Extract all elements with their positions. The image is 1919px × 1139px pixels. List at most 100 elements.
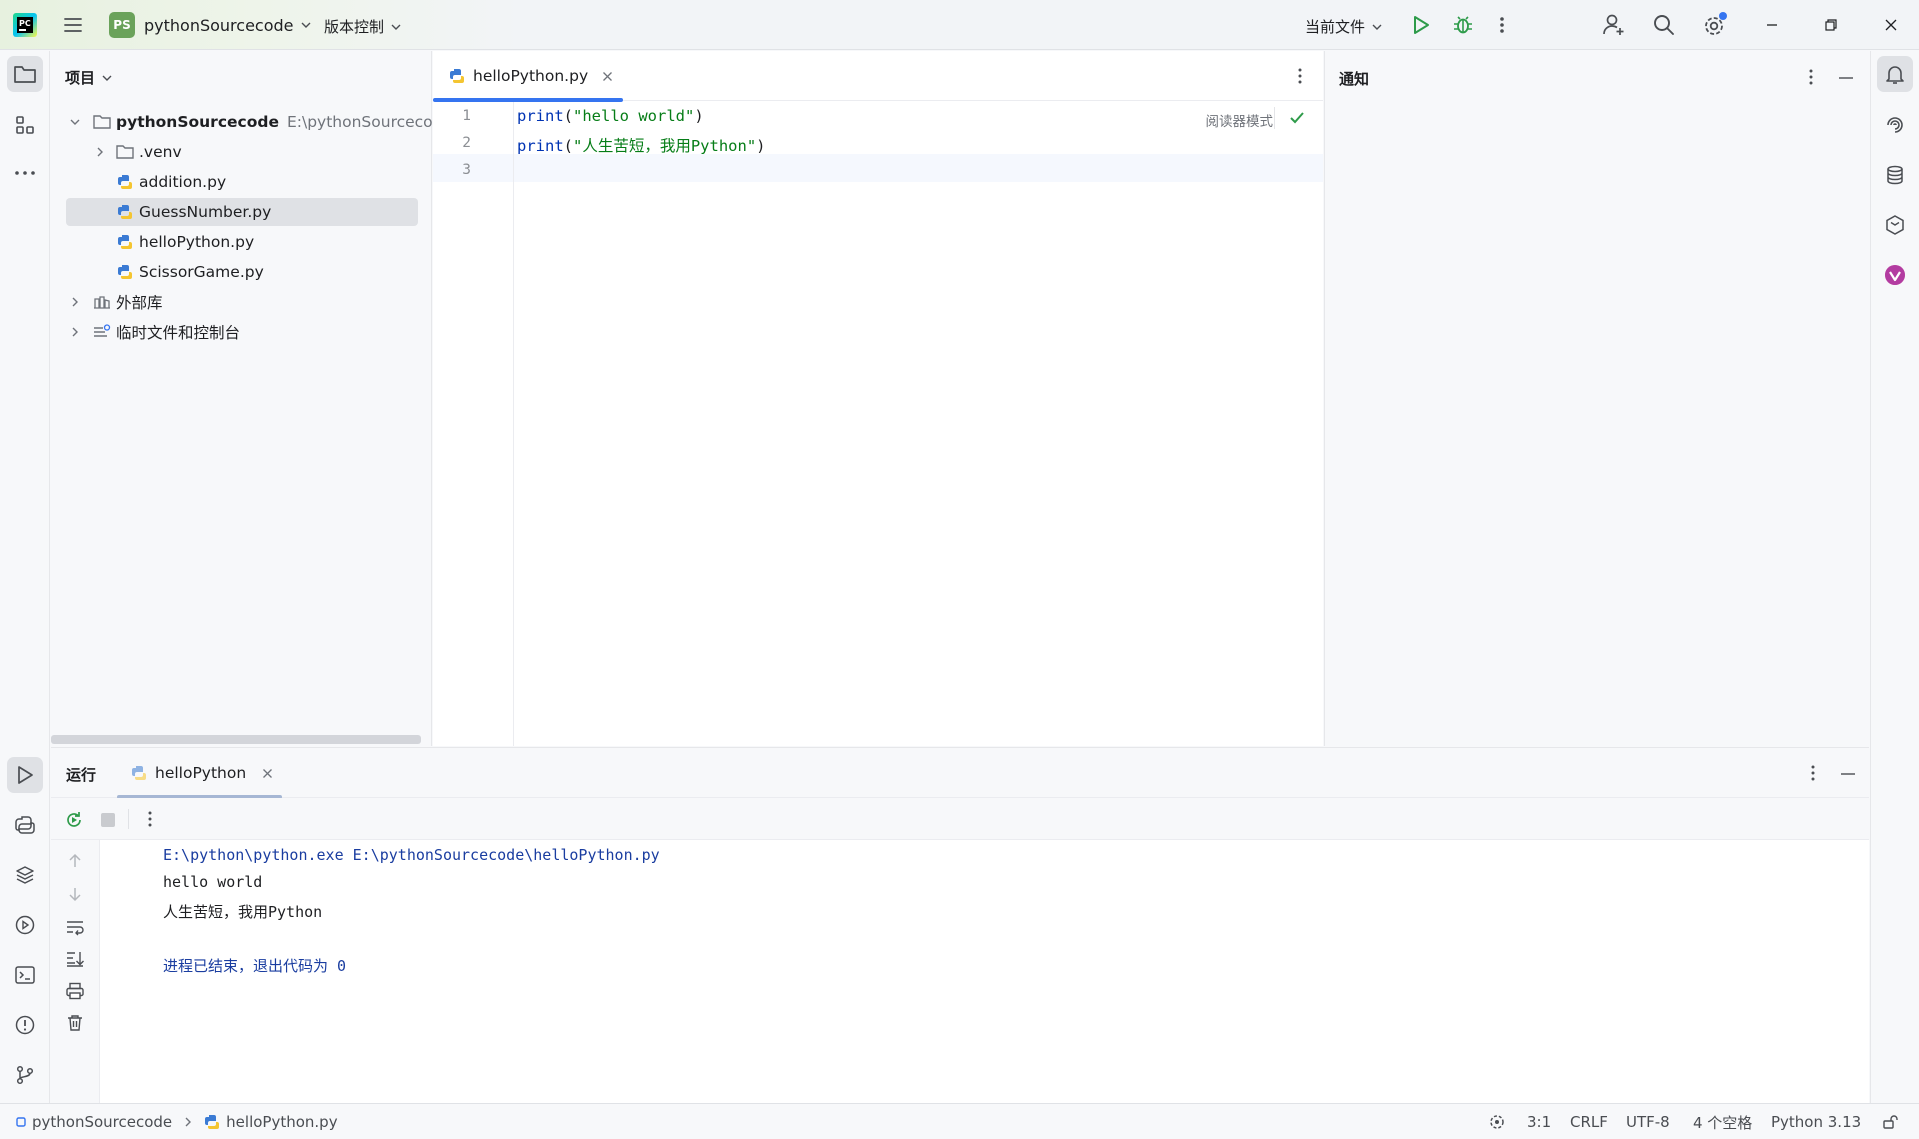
structure-tool-button[interactable]	[7, 107, 43, 143]
code-with-me-button[interactable]	[1602, 12, 1626, 38]
console-line: 进程已结束，退出代码为 0	[163, 957, 347, 975]
code-punct: )	[694, 107, 704, 125]
chevron-right-icon[interactable]	[68, 295, 82, 309]
code-punct: )	[756, 137, 766, 155]
tree-item-label: pythonSourcecode	[116, 113, 279, 131]
run-tab-hellopython[interactable]: helloPython	[117, 748, 282, 799]
python-file-icon	[116, 203, 134, 221]
file-encoding[interactable]: UTF-8	[1626, 1104, 1670, 1139]
line-separator[interactable]: CRLF	[1570, 1104, 1608, 1139]
read-only-toggle[interactable]	[1882, 1104, 1898, 1139]
debug-button[interactable]	[1451, 13, 1475, 37]
tree-item-external-libraries[interactable]: 外部库	[93, 288, 163, 316]
ai-assistant-button[interactable]	[1877, 107, 1913, 143]
rerun-icon[interactable]	[64, 810, 84, 830]
check-icon[interactable]	[1289, 111, 1305, 125]
run-config-label: 当前文件	[1305, 18, 1366, 36]
tree-item-venv[interactable]: .venv	[116, 138, 182, 166]
restore-window-button[interactable]	[1803, 0, 1859, 50]
tab-hellopython[interactable]: helloPython.py	[433, 51, 623, 102]
notifications-title: 通知	[1339, 70, 1370, 88]
scroll-to-end-icon[interactable]	[65, 950, 85, 968]
chevron-down-icon	[102, 75, 112, 81]
tree-item-scissorgame[interactable]: ScissorGame.py	[116, 258, 264, 286]
minimize-panel-icon[interactable]	[1838, 76, 1854, 80]
divider	[1274, 107, 1275, 129]
more-actions-button[interactable]	[1496, 13, 1508, 37]
python-interpreter[interactable]: Python 3.13	[1771, 1104, 1861, 1139]
minimize-panel-icon[interactable]	[1840, 772, 1856, 776]
project-panel: 项目 pythonSourcecode E:\pythonSourcecode …	[51, 51, 452, 746]
library-icon	[93, 293, 111, 311]
module-icon	[16, 1117, 26, 1127]
trash-icon[interactable]	[66, 1014, 84, 1032]
horizontal-scrollbar[interactable]	[51, 735, 421, 744]
code-line[interactable]: print("人生苦短，我用Python")	[517, 134, 766, 156]
settings-button[interactable]	[1701, 11, 1729, 39]
git-button[interactable]	[7, 1057, 43, 1093]
python-packages-button[interactable]	[7, 857, 43, 893]
scratches-icon	[93, 323, 111, 341]
console-line: hello world	[163, 873, 263, 891]
arrow-down-icon[interactable]	[66, 885, 84, 903]
stop-icon[interactable]	[100, 812, 116, 828]
code-line[interactable]: print("hello world")	[517, 107, 704, 125]
tree-item-addition[interactable]: addition.py	[116, 168, 226, 196]
services-button[interactable]	[7, 907, 43, 943]
python-console-icon	[15, 816, 35, 834]
line-number: 2	[462, 135, 471, 151]
close-icon[interactable]	[262, 768, 273, 779]
terminal-button[interactable]	[7, 957, 43, 993]
close-window-button[interactable]	[1863, 0, 1919, 50]
more-vertical-icon[interactable]	[1297, 67, 1303, 85]
arrow-up-icon[interactable]	[66, 852, 84, 870]
code-punct: (	[563, 137, 574, 155]
console-line: E:\python\python.exe E:\pythonSourcecode…	[163, 846, 660, 864]
tree-item-scratches[interactable]: 临时文件和控制台	[93, 318, 240, 346]
more-vertical-icon[interactable]	[1808, 68, 1814, 86]
search-everywhere-button[interactable]	[1652, 13, 1676, 37]
database-icon	[1887, 165, 1903, 185]
soft-wrap-icon[interactable]	[65, 918, 85, 936]
run-tool-button[interactable]	[7, 757, 43, 793]
notifications-tool-button[interactable]	[1877, 56, 1913, 92]
run-config-selector[interactable]: 当前文件	[1305, 16, 1383, 37]
more-vertical-icon	[1500, 17, 1504, 33]
more-tools-button[interactable]	[7, 155, 43, 191]
reader-mode-toggle[interactable]: 阅读器模式	[1206, 110, 1274, 130]
problems-button[interactable]	[7, 1007, 43, 1043]
caret-position[interactable]: 3:1	[1527, 1104, 1551, 1139]
add-user-icon	[1603, 14, 1624, 35]
project-panel-title[interactable]: 项目	[65, 67, 113, 88]
project-switcher[interactable]: PS pythonSourcecode	[109, 12, 312, 38]
main-menu-icon[interactable]	[62, 14, 84, 36]
plugin-button[interactable]	[1877, 257, 1913, 293]
breadcrumb-project[interactable]: pythonSourcecode	[32, 1113, 172, 1131]
sciview-button[interactable]	[1877, 207, 1913, 243]
project-tool-button[interactable]	[7, 56, 43, 92]
project-badge: PS	[109, 12, 135, 38]
console-output[interactable]: E:\python\python.exe E:\pythonSourcecode…	[101, 840, 1869, 1104]
pycharm-logo-icon[interactable]: PC	[12, 12, 38, 38]
minimize-window-button[interactable]	[1744, 0, 1800, 50]
tree-item-guessnumber[interactable]: GuessNumber.py	[66, 198, 418, 226]
database-button[interactable]	[1877, 157, 1913, 193]
indent-setting[interactable]: 4 个空格	[1693, 1104, 1752, 1139]
run-button[interactable]	[1409, 13, 1433, 37]
print-icon[interactable]	[65, 982, 85, 1000]
chevron-right-icon[interactable]	[68, 325, 82, 339]
tree-item-hellopython[interactable]: helloPython.py	[116, 228, 254, 256]
code-string: "人生苦短，我用Python"	[573, 137, 757, 155]
more-vertical-icon[interactable]	[1810, 764, 1816, 782]
plugin-logo-icon	[1885, 265, 1905, 285]
left-tool-strip	[0, 51, 50, 1103]
vcs-menu[interactable]: 版本控制	[324, 16, 402, 37]
close-icon[interactable]	[602, 71, 613, 82]
breadcrumb-file[interactable]: helloPython.py	[226, 1113, 337, 1131]
tree-item-root[interactable]: pythonSourcecode E:\pythonSourcecode	[93, 108, 452, 136]
python-console-button[interactable]	[7, 807, 43, 843]
chevron-right-icon[interactable]	[93, 145, 107, 159]
background-tasks-indicator[interactable]	[1488, 1104, 1506, 1139]
more-vertical-icon[interactable]	[147, 810, 153, 828]
chevron-down-icon[interactable]	[68, 115, 82, 129]
